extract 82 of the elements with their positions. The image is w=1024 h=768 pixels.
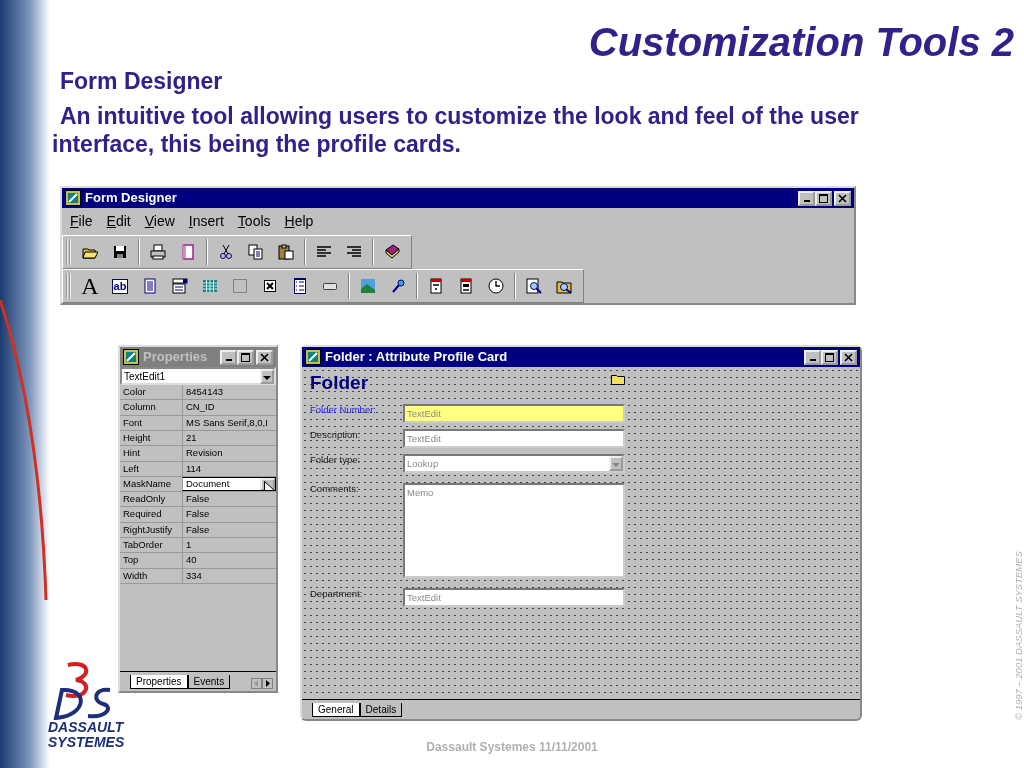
maximize-icon [819, 193, 828, 203]
menu-item[interactable]: View [144, 211, 175, 233]
text-tool-button[interactable]: A [75, 273, 105, 300]
logo-text: DASSAULT [48, 720, 125, 735]
field-label: Description: [310, 429, 362, 442]
property-name: RightJustify [122, 522, 174, 537]
close-icon [838, 193, 847, 203]
property-value: False [182, 507, 276, 522]
property-name: ReadOnly [122, 492, 167, 507]
input-field[interactable]: TextEdit [403, 429, 625, 449]
copyright-text: © 1997 – 2001 DASSAULT SYSTEMES [1012, 551, 1024, 720]
property-name: Hint [122, 446, 141, 461]
field-label: Department: [310, 588, 364, 601]
menu-item[interactable]: Insert [188, 211, 224, 233]
property-value: CN_ID [182, 400, 276, 415]
tab[interactable]: Events [187, 675, 231, 690]
panel-title: Properties [143, 348, 208, 367]
property-value: Revision [182, 446, 276, 461]
property-value: 1 [182, 538, 276, 553]
minimize-icon [803, 200, 810, 203]
form-heading: Folder [310, 373, 369, 393]
field-label: Folder Number: [310, 404, 377, 417]
slide-title: Customization Tools 2 [587, 19, 1015, 64]
property-value: 114 [182, 461, 276, 476]
object-dropdown[interactable]: TextEdit1 [120, 367, 276, 386]
app-icon [123, 349, 139, 366]
menu-item[interactable]: Help [284, 211, 314, 233]
minimize-button[interactable] [798, 190, 815, 206]
property-value: 21 [182, 431, 276, 446]
tab[interactable]: Details [359, 703, 403, 718]
property-value: 40 [182, 553, 276, 568]
window-title: Form Designer [85, 189, 177, 208]
close-button[interactable] [834, 190, 851, 206]
memo-field[interactable]: Memo [403, 483, 625, 579]
maximize-icon [241, 352, 250, 362]
description: An intuitive tool allowing users to customize the look and feel of the user interface, this being the profile cards. [52, 101, 860, 160]
field-label: Folder type: [310, 454, 362, 467]
property-name: MaskName [122, 476, 173, 491]
property-name: Column [122, 400, 157, 415]
close-button[interactable] [256, 349, 273, 365]
property-name: Width [122, 568, 149, 583]
property-name: Color [122, 385, 147, 400]
property-value: False [182, 522, 276, 538]
logo-text: SYSTEMES [48, 735, 125, 750]
minimize-icon [225, 359, 232, 362]
menu-item[interactable]: Edit [106, 211, 131, 233]
footer-text: Dassault Systemes 11/11/2001 [426, 739, 598, 756]
close-icon [844, 352, 853, 362]
maximize-button[interactable] [821, 349, 838, 365]
maximize-button[interactable] [815, 190, 832, 206]
tab[interactable]: General [312, 703, 360, 718]
input-field[interactable]: TextEdit [403, 404, 625, 424]
tab[interactable]: Properties [130, 675, 188, 690]
property-name: TabOrder [122, 538, 164, 553]
app-icon [305, 349, 321, 366]
field-label: Comments: [310, 483, 360, 496]
maximize-icon [825, 352, 834, 362]
minimize-button[interactable] [804, 349, 821, 365]
input-field[interactable]: TextEdit [403, 588, 625, 608]
property-name: Top [122, 553, 140, 568]
scroll-right-button[interactable] [262, 678, 273, 690]
menu-item[interactable]: File [70, 211, 93, 233]
close-icon [260, 352, 269, 362]
property-value: MS Sans Serif,8,0,I [182, 415, 276, 430]
app-icon [65, 190, 81, 207]
menu-item[interactable]: Tools [237, 211, 271, 233]
property-name: Required [122, 507, 163, 522]
text-field-tool-button[interactable]: ab [105, 273, 135, 300]
property-value: False [182, 492, 276, 507]
property-name: Height [122, 431, 152, 445]
close-button[interactable] [840, 349, 857, 365]
window-title: Folder : Attribute Profile Card [325, 348, 508, 367]
dropdown-field[interactable]: Lookup [403, 454, 625, 474]
property-value: 8454143 [182, 385, 276, 400]
property-name: Font [122, 415, 143, 430]
minimize-button[interactable] [220, 349, 237, 365]
maximize-button[interactable] [237, 349, 254, 365]
folder-icon [611, 373, 625, 386]
property-value: 334 [182, 568, 276, 583]
minimize-icon [809, 359, 816, 362]
subtitle: Form Designer [60, 68, 224, 96]
property-name: Left [122, 461, 140, 476]
